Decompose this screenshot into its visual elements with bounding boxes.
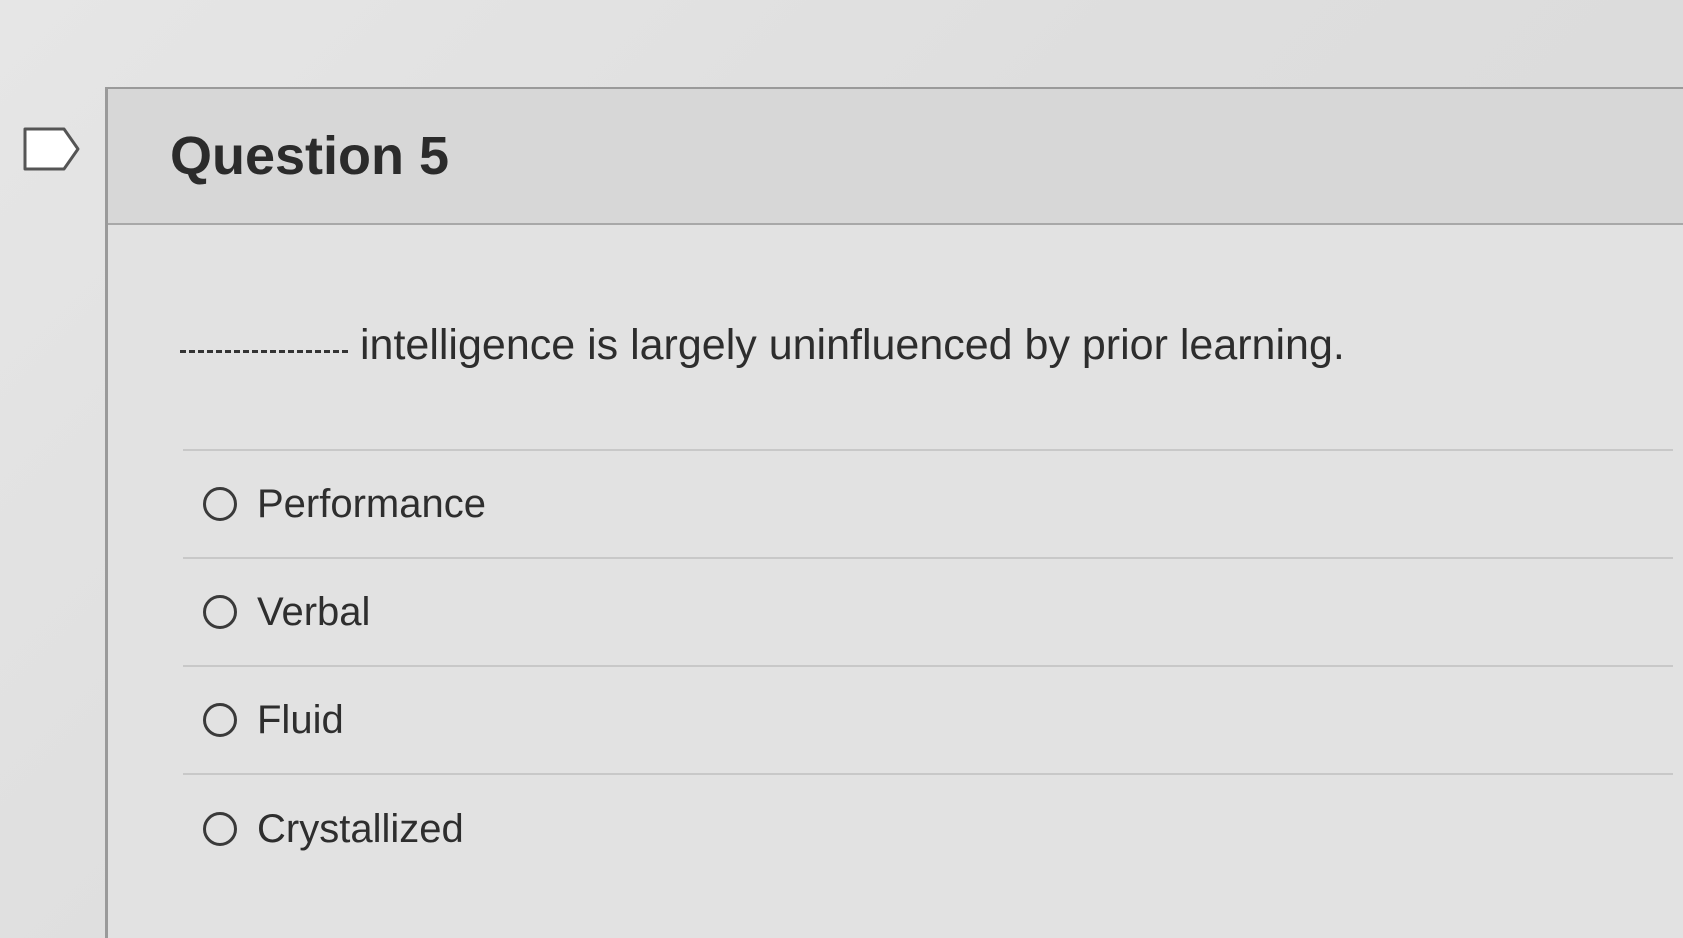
quiz-page: Question 5 intelligence is largely uninf… bbox=[0, 0, 1683, 938]
answer-list: Performance Verbal Fluid Crystallized bbox=[183, 449, 1673, 883]
question-title: Question 5 bbox=[170, 126, 450, 186]
answer-option-verbal[interactable]: Verbal bbox=[183, 559, 1673, 667]
question-text: intelligence is largely uninfluenced by … bbox=[180, 321, 1345, 370]
flag-question-icon[interactable] bbox=[22, 126, 82, 172]
radio-button-fluid[interactable] bbox=[203, 703, 237, 737]
answer-label: Crystallized bbox=[257, 806, 464, 851]
answer-option-crystallized[interactable]: Crystallized bbox=[183, 775, 1673, 883]
radio-button-verbal[interactable] bbox=[203, 595, 237, 629]
answer-option-performance[interactable]: Performance bbox=[183, 451, 1673, 559]
radio-button-performance[interactable] bbox=[203, 487, 237, 521]
question-header: Question 5 bbox=[108, 89, 1683, 225]
question-card: Question 5 intelligence is largely uninf… bbox=[105, 87, 1683, 938]
answer-option-fluid[interactable]: Fluid bbox=[183, 667, 1673, 775]
answer-label: Verbal bbox=[257, 589, 371, 634]
question-prompt: intelligence is largely uninfluenced by … bbox=[360, 321, 1345, 369]
radio-button-crystallized[interactable] bbox=[203, 812, 237, 846]
answer-label: Fluid bbox=[257, 697, 344, 742]
answer-label: Performance bbox=[257, 481, 486, 526]
fill-in-blank bbox=[180, 350, 348, 353]
